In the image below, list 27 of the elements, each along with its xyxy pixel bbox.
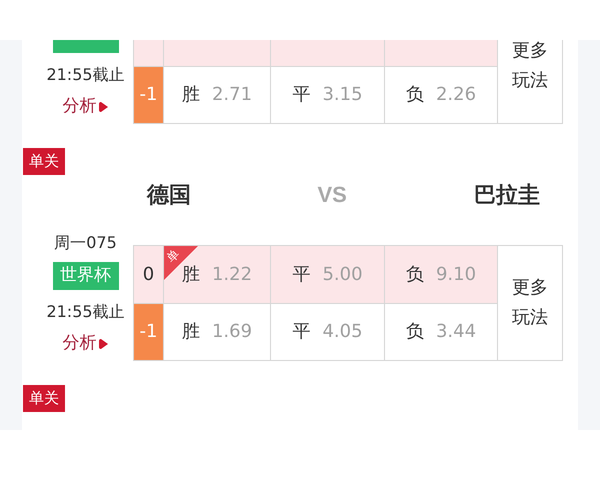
odds-cell[interactable]: 平 3.15 xyxy=(271,66,385,124)
handicap-cell: 0 xyxy=(134,246,164,304)
odds-cell[interactable]: 胜 2.71 xyxy=(164,66,271,124)
home-team: 德国 xyxy=(147,182,192,208)
odds-cell[interactable]: 负 2.26 xyxy=(385,66,498,124)
play-icon xyxy=(98,101,108,113)
handicap-cell: -1 xyxy=(134,304,164,361)
odds-cell[interactable]: 平 4.05 xyxy=(271,304,385,361)
single-tag: 单关 xyxy=(23,385,65,412)
deadline-text: 21:55截止 xyxy=(46,64,125,86)
match-number: 周一075 xyxy=(54,232,117,254)
odds-cell[interactable]: 单 胜 1.22 xyxy=(164,246,271,304)
versus-label: VS xyxy=(317,182,347,207)
league-tag: 世界杯 xyxy=(52,262,118,290)
away-team: 巴拉圭 xyxy=(474,182,540,208)
analysis-link[interactable]: 分析 xyxy=(62,332,108,356)
analysis-link[interactable]: 分析 xyxy=(62,95,108,119)
deadline-text: 21:55截止 xyxy=(46,301,125,323)
play-icon xyxy=(98,338,108,350)
more-options-button[interactable]: 更多玩法 xyxy=(498,40,563,124)
single-tag: 单关 xyxy=(23,148,65,175)
odds-cell[interactable]: 负 3.44 xyxy=(385,304,498,361)
more-options-button[interactable]: 更多玩法 xyxy=(498,246,563,361)
odds-cell[interactable]: 负 9.10 xyxy=(385,246,498,304)
odds-cell[interactable]: 胜 1.69 xyxy=(164,304,271,361)
odds-cell[interactable]: 平 5.00 xyxy=(271,246,385,304)
handicap-cell: -1 xyxy=(134,66,164,124)
